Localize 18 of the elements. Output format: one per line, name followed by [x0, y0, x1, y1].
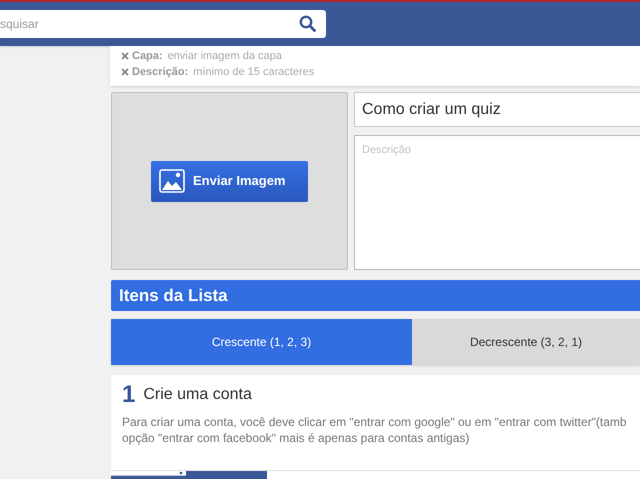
item-title: Crie uma conta [143, 385, 252, 405]
search-field[interactable]: squisar [0, 10, 326, 38]
item-number: 1 [122, 381, 136, 409]
error-message: enviar imagem da capa [168, 49, 282, 63]
error-label: Descrição: [132, 65, 188, 79]
sort-tab[interactable]: Crescente (1, 2, 3) [111, 319, 412, 365]
title-field[interactable]: Como criar um quiz [354, 92, 640, 127]
description-field[interactable]: Descrição [354, 135, 640, 270]
section-title: Itens da Lista [119, 284, 228, 307]
item-description: Para criar uma conta, você deve clicar em "entrar com google" ou em "entrar com twitter"(tamb opção "entrar com facebook" mais é apenas para contas antigas) [122, 414, 628, 446]
error-label: Capa: [132, 49, 163, 63]
image-icon [159, 169, 185, 193]
close-icon [121, 52, 129, 60]
close-icon [121, 68, 129, 76]
error-message: mínimo de 15 caracteres [193, 65, 314, 79]
search-icon[interactable] [299, 15, 316, 32]
sort-tab[interactable]: Decrescente (3, 2, 1) [412, 319, 640, 365]
upload-image-button[interactable]: Enviar Imagem [151, 160, 308, 202]
